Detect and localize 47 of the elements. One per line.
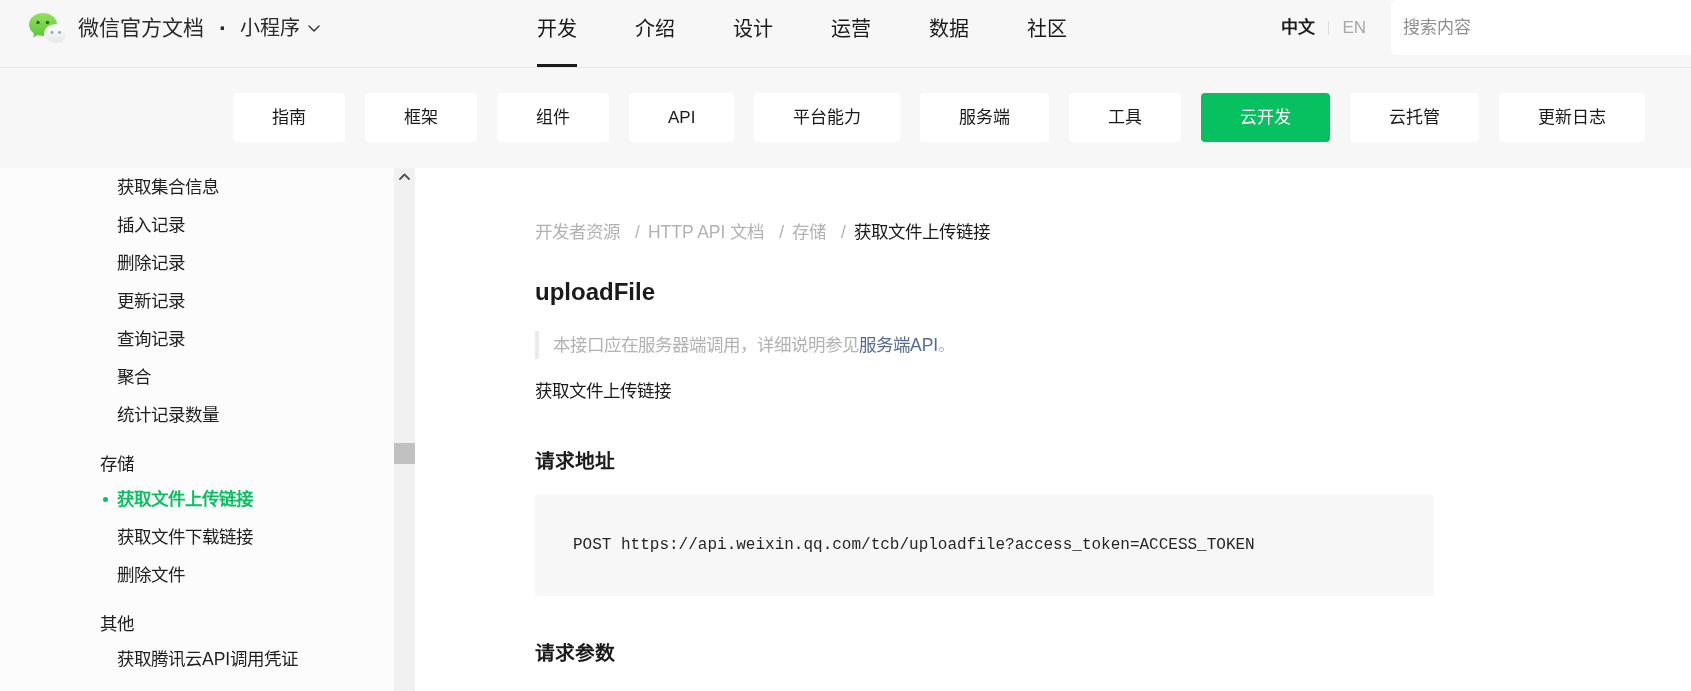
nav-tab[interactable]: 设计 bbox=[733, 0, 773, 67]
sidebar-link[interactable]: 统计记录数量 bbox=[117, 401, 219, 429]
category-tab[interactable]: 平台能力 bbox=[754, 93, 901, 142]
site-title[interactable]: 微信官方文档 bbox=[78, 12, 204, 44]
category-tab[interactable]: 指南 bbox=[233, 93, 345, 142]
nav-tab[interactable]: 数据 bbox=[929, 0, 969, 67]
chevron-up-icon[interactable] bbox=[399, 173, 410, 180]
sidebar-link[interactable]: 获取腾讯云API调用凭证 bbox=[117, 645, 299, 673]
sidebar-link[interactable]: 获取集合信息 bbox=[117, 173, 219, 201]
chat-bubbles-logo[interactable] bbox=[28, 11, 68, 45]
sidebar-link[interactable]: 删除文件 bbox=[117, 561, 185, 589]
chevron-down-icon[interactable] bbox=[308, 24, 320, 32]
sidebar-link[interactable]: 插入记录 bbox=[117, 211, 185, 239]
breadcrumb-current-page: 获取文件上传链接 bbox=[853, 220, 990, 244]
sidebar-link[interactable]: 查询记录 bbox=[117, 325, 185, 353]
category-tab[interactable]: API bbox=[629, 93, 735, 142]
language-option[interactable]: 中文 bbox=[1281, 15, 1316, 41]
nav-tab[interactable]: 介绍 bbox=[635, 0, 675, 67]
scrollbar-thumb[interactable] bbox=[394, 443, 415, 464]
category-tab[interactable]: 组件 bbox=[497, 93, 609, 142]
sidebar-section-title: 存储 bbox=[100, 452, 134, 476]
code-block: POST https://api.weixin.qq.com/tcb/uploadfile?access_token=ACCESS_TOKEN bbox=[535, 494, 1434, 596]
product-dropdown[interactable]: 小程序 bbox=[240, 13, 320, 43]
section-heading: 请求参数 bbox=[535, 641, 615, 666]
nav-tab[interactable]: 社区 bbox=[1027, 0, 1067, 67]
category-tab[interactable]: 更新日志 bbox=[1499, 93, 1646, 142]
description-text: 获取文件上传链接 bbox=[535, 380, 671, 403]
search-field[interactable]: 搜索内容 bbox=[1391, 0, 1691, 55]
api-link[interactable]: 服务端API bbox=[859, 335, 939, 355]
sidebar-link[interactable]: 聚合 bbox=[117, 363, 151, 391]
nav-tab[interactable]: 运营 bbox=[831, 0, 871, 67]
category-tab[interactable]: 框架 bbox=[365, 93, 477, 142]
page-title: uploadFile bbox=[535, 277, 655, 307]
breadcrumb-separator: / bbox=[635, 220, 640, 244]
scrollbar-track[interactable] bbox=[394, 168, 415, 691]
category-tab[interactable]: 服务端 bbox=[920, 93, 1050, 142]
sidebar-section-title: 其他 bbox=[100, 612, 134, 636]
category-tab[interactable]: 工具 bbox=[1069, 93, 1182, 142]
separator-dot: · bbox=[219, 16, 227, 40]
category-tab[interactable]: 云托管 bbox=[1350, 93, 1480, 142]
note-text: 本接口应在服务器端调用，详细说明参见服务端API。 bbox=[535, 331, 956, 359]
breadcrumb-separator: / bbox=[841, 220, 846, 244]
section-heading: 请求地址 bbox=[535, 449, 615, 474]
sidebar-link[interactable]: 更新记录 bbox=[117, 287, 185, 315]
sidebar-link[interactable]: 获取文件下载链接 bbox=[117, 523, 253, 551]
sidebar-link[interactable]: 删除记录 bbox=[117, 249, 185, 277]
breadcrumb-separator: / bbox=[779, 220, 785, 244]
